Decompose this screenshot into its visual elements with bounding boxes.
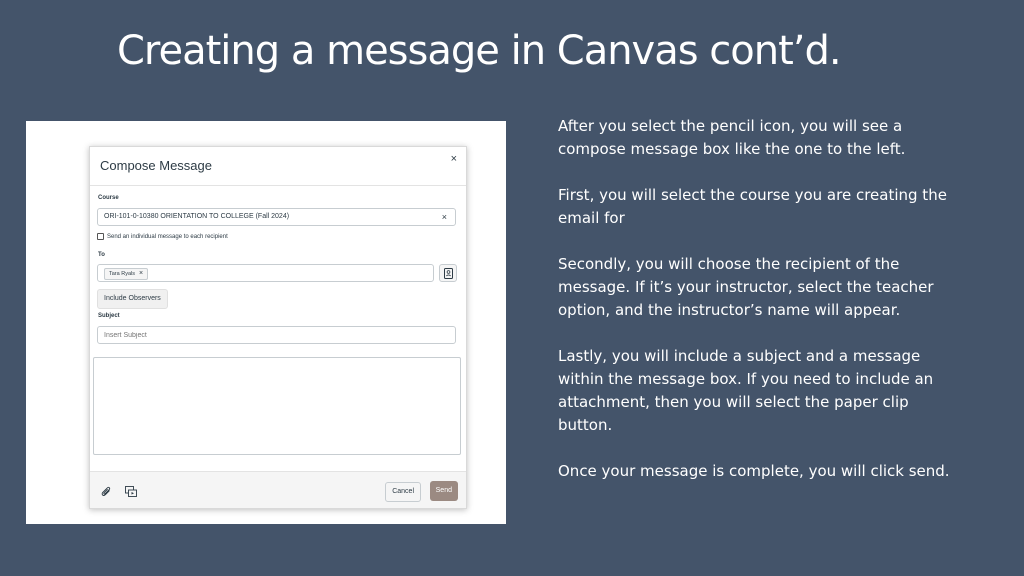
individual-message-option[interactable]: Send an individual message to each recip…	[97, 233, 228, 240]
dialog-footer: Cancel Send	[90, 471, 466, 508]
to-label: To	[98, 252, 105, 258]
slide-title: Creating a message in Canvas cont’d.	[117, 28, 842, 74]
instruction-paragraph: Once your message is complete, you will …	[558, 462, 950, 480]
media-icon[interactable]	[125, 484, 137, 502]
instruction-paragraph: First, you will select the course you ar…	[558, 186, 947, 227]
subject-input[interactable]	[97, 326, 456, 344]
cancel-button[interactable]: Cancel	[385, 482, 421, 502]
course-value: ORI-101-0-10380 ORIENTATION TO COLLEGE (…	[104, 213, 290, 220]
instructions-text: After you select the pencil icon, you wi…	[558, 115, 958, 506]
subject-label: Subject	[98, 313, 120, 319]
clear-icon[interactable]: ×	[442, 212, 447, 222]
course-select[interactable]: ORI-101-0-10380 ORIENTATION TO COLLEGE (…	[97, 208, 456, 226]
recipient-field[interactable]: Tara Ryals ×	[97, 264, 434, 282]
dialog-header: Compose Message ×	[90, 147, 466, 186]
address-book-icon	[444, 268, 453, 279]
compose-message-dialog: Compose Message × Course ORI-101-0-10380…	[89, 146, 467, 509]
dialog-title: Compose Message	[100, 158, 212, 173]
course-label: Course	[98, 195, 119, 201]
compose-screenshot: Compose Message × Course ORI-101-0-10380…	[26, 121, 506, 524]
message-body-textarea[interactable]	[93, 357, 461, 455]
close-icon[interactable]: ×	[451, 153, 457, 165]
remove-recipient-icon[interactable]: ×	[139, 270, 143, 277]
instruction-paragraph: Lastly, you will include a subject and a…	[558, 347, 934, 434]
address-book-button[interactable]	[439, 264, 457, 282]
paperclip-icon[interactable]	[101, 484, 112, 502]
instruction-paragraph: Secondly, you will choose the recipient …	[558, 255, 934, 319]
individual-message-checkbox[interactable]	[97, 233, 104, 240]
individual-message-label: Send an individual message to each recip…	[107, 234, 228, 241]
recipient-tag: Tara Ryals ×	[104, 268, 149, 280]
send-button[interactable]: Send	[429, 481, 458, 501]
recipient-name: Tara Ryals	[109, 271, 135, 277]
instruction-paragraph: After you select the pencil icon, you wi…	[558, 117, 906, 158]
include-observers-button[interactable]: Include Observers	[97, 289, 168, 309]
